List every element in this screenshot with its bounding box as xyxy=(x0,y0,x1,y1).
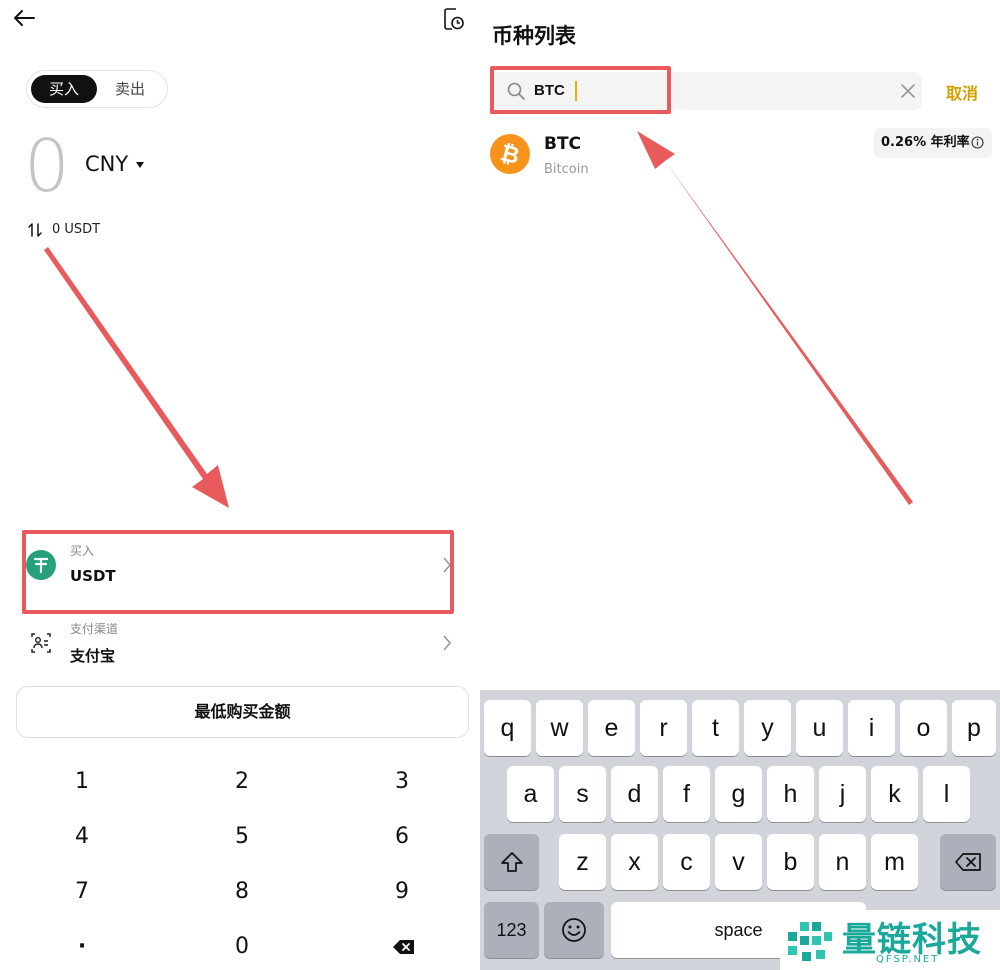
key-k[interactable]: k xyxy=(871,766,918,822)
key-n[interactable]: n xyxy=(819,834,866,890)
key-f[interactable]: f xyxy=(663,766,710,822)
min-purchase-button[interactable]: 最低购买金额 xyxy=(16,686,469,738)
key-e[interactable]: e xyxy=(588,700,635,756)
payment-channel-row[interactable]: 支付渠道 支付宝 xyxy=(24,612,456,682)
numeric-keypad: 1 2 3 4 5 6 7 8 9 · 0 xyxy=(0,755,480,970)
numpad-key-6[interactable]: 6 xyxy=(342,812,462,862)
key-r[interactable]: r xyxy=(640,700,687,756)
numpad-key-7[interactable]: 7 xyxy=(22,867,142,917)
backspace-key[interactable] xyxy=(940,834,996,890)
history-icon[interactable] xyxy=(443,7,465,31)
coin-list-screen: 币种列表 取消 ₿ BTC Bitcoin 0.26% 年利率 xyxy=(480,0,1000,970)
numpad-key-2[interactable]: 2 xyxy=(182,757,302,807)
numpad-key-3[interactable]: 3 xyxy=(342,757,462,807)
buy-screen: 买入 卖出 0 CNY 0 USDT 买入 USDT 支付渠道 支付宝 最低购买… xyxy=(0,0,480,970)
payment-icon xyxy=(31,633,51,653)
back-arrow-icon[interactable] xyxy=(12,8,36,28)
coin-list-item[interactable]: ₿ BTC Bitcoin 0.26% 年利率 xyxy=(490,128,995,182)
buy-sell-toggle: 买入 卖出 xyxy=(26,70,168,108)
shift-icon xyxy=(500,852,523,872)
chevron-right-icon xyxy=(443,635,452,651)
key-o[interactable]: o xyxy=(900,700,947,756)
key-s[interactable]: s xyxy=(559,766,606,822)
numpad-key-9[interactable]: 9 xyxy=(342,867,462,917)
info-icon[interactable] xyxy=(971,136,984,149)
clear-icon[interactable] xyxy=(900,83,916,99)
watermark-logo-icon xyxy=(788,922,832,961)
key-u[interactable]: u xyxy=(796,700,843,756)
key-t[interactable]: t xyxy=(692,700,739,756)
highlight-box-search xyxy=(490,66,671,114)
coin-name: Bitcoin xyxy=(544,162,589,177)
key-h[interactable]: h xyxy=(767,766,814,822)
tab-buy[interactable]: 买入 xyxy=(31,75,97,103)
numpad-key-1[interactable]: 1 xyxy=(22,757,142,807)
shift-key[interactable] xyxy=(484,834,539,890)
key-m[interactable]: m xyxy=(871,834,918,890)
key-l[interactable]: l xyxy=(923,766,970,822)
emoji-icon xyxy=(562,918,586,942)
swap-icon[interactable] xyxy=(27,222,43,238)
numpad-key-8[interactable]: 8 xyxy=(182,867,302,917)
key-w[interactable]: w xyxy=(536,700,583,756)
highlight-box-buy-asset xyxy=(22,530,454,614)
payment-channel-value: 支付宝 xyxy=(70,647,116,665)
key-c[interactable]: c xyxy=(663,834,710,890)
numbers-key[interactable]: 123 xyxy=(484,902,539,958)
cancel-button[interactable]: 取消 xyxy=(946,80,978,104)
emoji-key[interactable] xyxy=(544,902,604,958)
key-p[interactable]: p xyxy=(952,700,996,756)
payment-channel-label: 支付渠道 xyxy=(70,622,119,636)
amount-display: 0 xyxy=(24,124,70,208)
usdt-amount: 0 USDT xyxy=(52,222,101,237)
bitcoin-logo-icon: ₿ xyxy=(490,134,530,174)
caret-down-icon[interactable] xyxy=(136,162,144,168)
numpad-key-5[interactable]: 5 xyxy=(182,812,302,862)
numpad-key-dot[interactable]: · xyxy=(22,922,142,970)
watermark-subtext: QFSP.NET xyxy=(876,954,940,965)
key-i[interactable]: i xyxy=(848,700,895,756)
tab-sell[interactable]: 卖出 xyxy=(97,75,163,103)
key-d[interactable]: d xyxy=(611,766,658,822)
delete-icon[interactable] xyxy=(392,938,416,956)
key-g[interactable]: g xyxy=(715,766,762,822)
key-x[interactable]: x xyxy=(611,834,658,890)
currency-selector[interactable]: CNY xyxy=(85,152,128,176)
numpad-key-0[interactable]: 0 xyxy=(182,922,302,970)
interest-rate-badge: 0.26% 年利率 xyxy=(874,128,992,158)
key-v[interactable]: v xyxy=(715,834,762,890)
key-a[interactable]: a xyxy=(507,766,554,822)
key-q[interactable]: q xyxy=(484,700,531,756)
key-b[interactable]: b xyxy=(767,834,814,890)
key-y[interactable]: y xyxy=(744,700,791,756)
backspace-icon xyxy=(955,853,981,871)
watermark: 量链科技 QFSP.NET xyxy=(780,910,1000,970)
interest-rate-text: 0.26% 年利率 xyxy=(881,135,970,150)
key-j[interactable]: j xyxy=(819,766,866,822)
numpad-key-4[interactable]: 4 xyxy=(22,812,142,862)
page-title: 币种列表 xyxy=(492,24,576,48)
coin-symbol: BTC xyxy=(544,134,582,154)
key-z[interactable]: z xyxy=(559,834,606,890)
